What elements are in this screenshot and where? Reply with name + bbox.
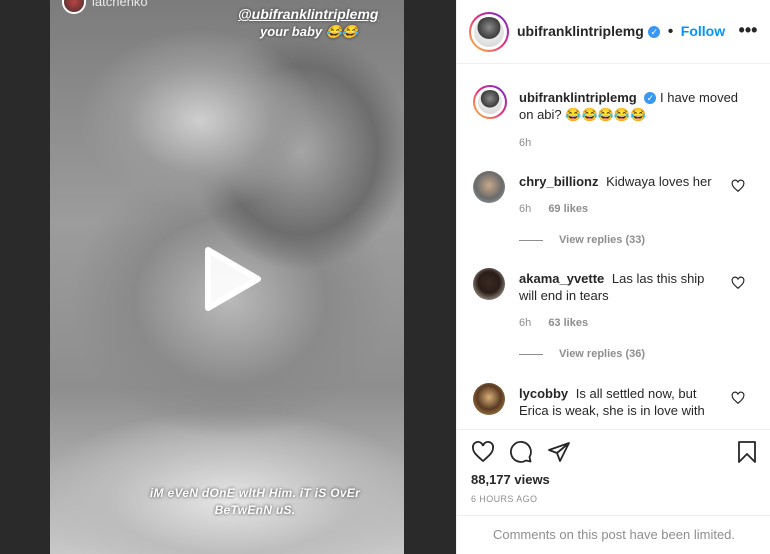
commenter-avatar[interactable] xyxy=(473,171,505,203)
comment-text-block: chry_billionz Kidwaya loves her xyxy=(519,173,719,190)
story-username: latchenko xyxy=(92,0,148,9)
post-timestamp[interactable]: 6 HOURS AGO xyxy=(471,494,537,504)
author-username[interactable]: ubifranklintriplemg xyxy=(517,23,644,39)
post-media[interactable]: latchenko @ubifranklintriplemg your baby… xyxy=(0,0,456,554)
like-heart-icon[interactable] xyxy=(731,179,745,193)
comment-time[interactable]: 6h xyxy=(519,317,531,329)
caption-text-block: ubifranklintriplemg ✓ I have moved on ab… xyxy=(519,89,749,123)
author-avatar[interactable] xyxy=(469,12,509,52)
comment-meta: 6h 63 likes xyxy=(519,317,602,329)
comment-username[interactable]: akama_yvette xyxy=(519,271,604,286)
view-replies-button[interactable]: View replies (36) xyxy=(519,348,645,360)
view-replies-label: View replies (33) xyxy=(559,234,646,246)
caption-meta: 6h xyxy=(519,137,545,149)
header-separator: • xyxy=(667,23,674,40)
comment-username[interactable]: chry_billionz xyxy=(519,174,598,189)
view-replies-label: View replies (36) xyxy=(559,348,646,360)
comment-text: Kidwaya loves her xyxy=(606,174,712,189)
comment-likes[interactable]: 69 likes xyxy=(548,203,588,215)
verified-badge-icon: ✓ xyxy=(644,92,657,104)
share-icon[interactable] xyxy=(547,440,571,464)
letterbox-right xyxy=(404,0,456,554)
post-header: ubifranklintriplemg ✓ • Follow ••• xyxy=(457,0,770,64)
like-heart-icon[interactable] xyxy=(731,391,745,405)
replies-divider xyxy=(519,353,543,355)
bookmark-icon[interactable] xyxy=(735,440,759,464)
story-mention-subtext: your baby 😂😂 xyxy=(260,24,359,39)
view-count[interactable]: 88,177 views xyxy=(471,472,550,487)
replies-divider xyxy=(519,239,543,241)
comment-likes[interactable]: 63 likes xyxy=(548,317,588,329)
comment-username[interactable]: lycobby xyxy=(519,386,568,401)
letterbox-left xyxy=(0,0,50,554)
like-heart-icon[interactable] xyxy=(471,440,495,464)
caption-author-avatar[interactable] xyxy=(473,85,507,119)
follow-button[interactable]: Follow xyxy=(681,23,725,39)
comment-icon[interactable] xyxy=(509,440,533,464)
commenter-avatar[interactable] xyxy=(473,383,505,415)
comment-meta: 6h 69 likes xyxy=(519,203,602,215)
verified-badge-icon: ✓ xyxy=(648,26,661,38)
comment-text-block: lycobby Is all settled now, but Erica is… xyxy=(519,385,719,419)
video-caption-overlay: iM eVeN dOnE wItH Him. iT iS OvEr BeTwEn… xyxy=(149,486,361,517)
view-replies-button[interactable]: View replies (33) xyxy=(519,234,645,246)
comments-limited-notice: Comments on this post have been limited. xyxy=(457,515,770,554)
post-actions: 88,177 views 6 HOURS AGO xyxy=(457,429,770,524)
post-side-panel: ubifranklintriplemg ✓ • Follow ••• ubifr… xyxy=(456,0,770,554)
comment-text-block: akama_yvette Las las this ship will end … xyxy=(519,270,719,304)
comment-time[interactable]: 6h xyxy=(519,203,531,215)
header-user-row: ubifranklintriplemg ✓ • Follow xyxy=(517,23,725,41)
caption-time[interactable]: 6h xyxy=(519,137,531,149)
comments-list[interactable]: ubifranklintriplemg ✓ I have moved on ab… xyxy=(457,65,770,429)
like-heart-icon[interactable] xyxy=(731,276,745,290)
caption-username[interactable]: ubifranklintriplemg xyxy=(519,90,637,105)
play-icon[interactable] xyxy=(200,246,264,312)
more-horizontal-icon[interactable]: ••• xyxy=(737,21,759,43)
commenter-avatar[interactable] xyxy=(473,268,505,300)
story-mention: @ubifranklintriplemg xyxy=(238,6,379,22)
